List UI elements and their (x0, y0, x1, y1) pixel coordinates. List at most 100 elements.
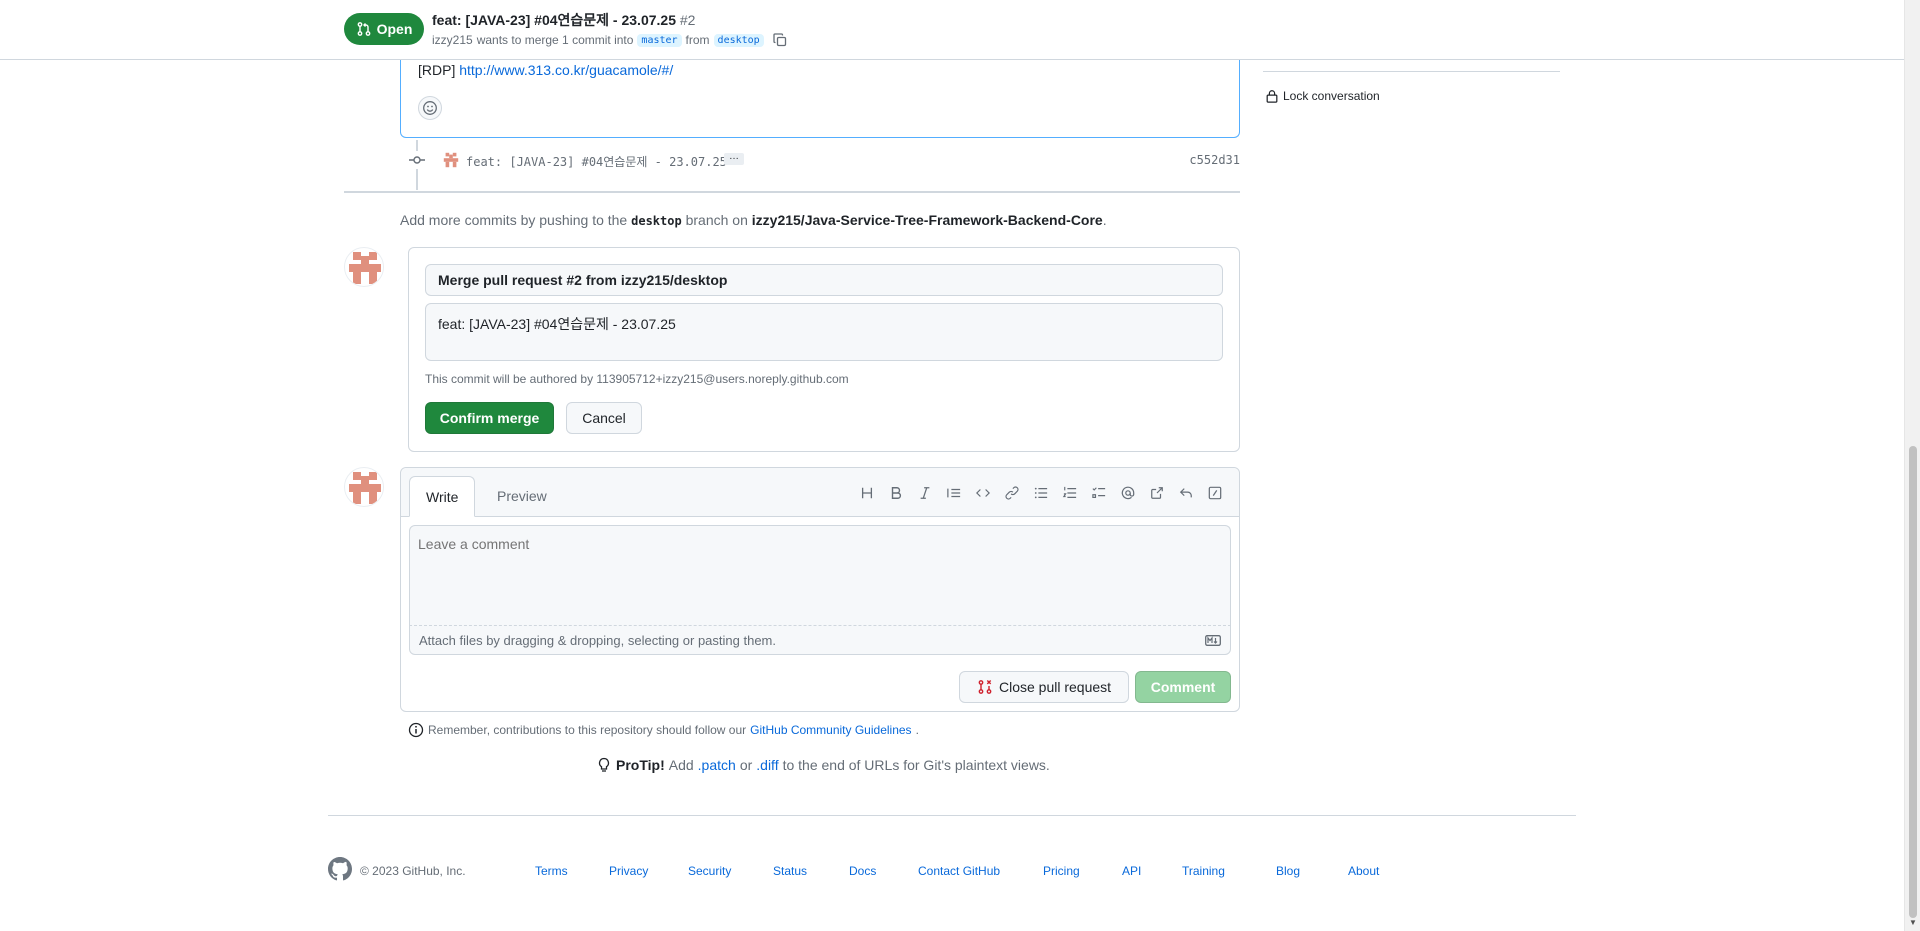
merge-commit-title-input[interactable] (425, 264, 1223, 296)
footer-link-privacy[interactable]: Privacy (609, 864, 688, 878)
timeline-divider (344, 191, 1240, 193)
footer-link-pricing[interactable]: Pricing (1043, 864, 1122, 878)
page-scrollbar[interactable]: ▼ (1904, 0, 1920, 931)
link-icon[interactable] (997, 482, 1026, 504)
task-list-icon[interactable] (1084, 482, 1113, 504)
markdown-icon[interactable] (1205, 635, 1221, 646)
unordered-list-icon[interactable] (1026, 482, 1055, 504)
merge-text: wants to merge 1 commit into (476, 33, 634, 47)
close-pull-request-label: Close pull request (998, 679, 1112, 695)
reply-icon[interactable] (1171, 482, 1200, 504)
push-hint-branch: desktop (631, 214, 682, 228)
composer-header: Write Preview (401, 468, 1239, 517)
code-icon[interactable] (968, 482, 997, 504)
markdown-toolbar (852, 482, 1229, 504)
protip-or: or (739, 757, 753, 773)
diff-link[interactable]: .diff (756, 757, 778, 773)
attach-files-text: Attach files by dragging & dropping, sel… (419, 633, 776, 648)
close-pull-request-button[interactable]: Close pull request (959, 671, 1129, 703)
lock-conversation-button[interactable]: Lock conversation (1265, 89, 1380, 103)
footer-links: Terms Privacy Security Status Docs Conta… (535, 864, 1398, 878)
pr-author-link[interactable]: izzy215 (432, 33, 473, 47)
footer-link-about[interactable]: About (1348, 864, 1398, 878)
bold-icon[interactable] (881, 482, 910, 504)
from-text: from (685, 33, 710, 47)
comment-composer: Write Preview Attach files by dragging &… (400, 467, 1240, 712)
pr-title: feat: [JAVA-23] #04연습문제 - 23.07.25 #2 (432, 10, 695, 30)
footer-link-security[interactable]: Security (688, 864, 773, 878)
merge-confirm-box: feat: [JAVA-23] #04연습문제 - 23.07.25 This … (408, 247, 1240, 452)
commit-author-avatar[interactable] (442, 151, 460, 169)
base-branch[interactable]: master (637, 33, 682, 47)
git-pull-request-closed-icon (978, 680, 992, 694)
guidelines-suffix: . (915, 723, 919, 737)
footer-divider (328, 815, 1576, 816)
tab-write[interactable]: Write (409, 476, 476, 517)
tab-preview[interactable]: Preview (481, 476, 563, 517)
smiley-icon (423, 101, 437, 115)
pr-title-text: feat: [JAVA-23] #04연습문제 - 23.07.25 (432, 12, 676, 28)
pr-subtitle: izzy215 wants to merge 1 commit into mas… (432, 32, 788, 48)
commit-row: feat: [JAVA-23] #04연습문제 - 23.07.25 … c55… (408, 150, 1240, 170)
italic-icon[interactable] (910, 482, 939, 504)
slash-commands-icon[interactable] (1200, 482, 1229, 504)
rdp-line: [RDP] http://www.313.co.kr/guacamole/#/ (418, 62, 673, 78)
pr-state-badge: Open (344, 13, 424, 45)
scroll-down-arrow-icon[interactable]: ▼ (1909, 918, 1917, 927)
pr-state-label: Open (376, 21, 413, 37)
avatar[interactable] (344, 247, 384, 287)
attach-files-bar[interactable]: Attach files by dragging & dropping, sel… (409, 625, 1231, 655)
footer-link-docs[interactable]: Docs (849, 864, 918, 878)
github-logo-icon[interactable] (328, 857, 352, 881)
lock-conversation-label: Lock conversation (1283, 89, 1380, 103)
push-hint-prefix: Add more commits by pushing to the (400, 212, 628, 228)
add-reaction-button[interactable] (418, 96, 442, 120)
git-commit-icon (408, 151, 426, 169)
footer-link-contact[interactable]: Contact GitHub (918, 864, 1043, 878)
info-icon (408, 722, 424, 738)
guidelines-prefix: Remember, contributions to this reposito… (428, 723, 747, 737)
confirm-merge-button[interactable]: Confirm merge (425, 402, 554, 434)
cancel-merge-button[interactable]: Cancel (566, 402, 642, 434)
avatar[interactable] (344, 467, 384, 507)
commit-expand-button[interactable]: … (724, 152, 744, 165)
push-hint-middle: branch on (685, 212, 748, 228)
patch-link[interactable]: .patch (698, 757, 736, 773)
git-pull-request-icon (357, 22, 371, 36)
push-hint-repo: izzy215/Java-Service-Tree-Framework-Back… (751, 212, 1103, 228)
quote-icon[interactable] (939, 482, 968, 504)
commit-sha[interactable]: c552d31 (1189, 153, 1240, 167)
push-hint: Add more commits by pushing to the deskt… (400, 212, 1107, 228)
commit-message[interactable]: feat: [JAVA-23] #04연습문제 - 23.07.25 (466, 153, 727, 170)
comment-textarea[interactable] (409, 525, 1231, 625)
sticky-pr-header: Open feat: [JAVA-23] #04연습문제 - 23.07.25 … (0, 0, 1904, 60)
rdp-link[interactable]: http://www.313.co.kr/guacamole/#/ (459, 62, 673, 78)
merge-commit-body-input[interactable]: feat: [JAVA-23] #04연습문제 - 23.07.25 (425, 303, 1223, 361)
lock-icon (1266, 90, 1278, 103)
light-bulb-icon (598, 757, 610, 772)
footer-link-training[interactable]: Training (1182, 864, 1276, 878)
head-branch[interactable]: desktop (713, 33, 764, 47)
commit-author-note: This commit will be authored by 11390571… (425, 372, 849, 386)
protip-text1: Add (668, 757, 694, 773)
copy-icon[interactable] (772, 32, 788, 48)
protip-label: ProTip! (616, 757, 665, 773)
scrollbar-thumb[interactable] (1909, 446, 1917, 918)
pr-number: #2 (679, 12, 696, 28)
comment-button[interactable]: Comment (1135, 671, 1231, 703)
protip-text2: to the end of URLs for Git's plaintext v… (782, 757, 1050, 773)
rdp-prefix: [RDP] (418, 62, 456, 78)
sidebar-divider (1263, 71, 1560, 72)
heading-icon[interactable] (852, 482, 881, 504)
community-guidelines-link[interactable]: GitHub Community Guidelines (750, 723, 911, 737)
copyright: © 2023 GitHub, Inc. (360, 864, 466, 878)
ordered-list-icon[interactable] (1055, 482, 1084, 504)
footer-link-terms[interactable]: Terms (535, 864, 609, 878)
push-hint-suffix: . (1102, 212, 1107, 228)
protip: ProTip! Add .patch or .diff to the end o… (596, 757, 1050, 773)
footer-link-status[interactable]: Status (773, 864, 849, 878)
cross-reference-icon[interactable] (1142, 482, 1171, 504)
footer-link-blog[interactable]: Blog (1276, 864, 1348, 878)
mention-icon[interactable] (1113, 482, 1142, 504)
footer-link-api[interactable]: API (1122, 864, 1182, 878)
